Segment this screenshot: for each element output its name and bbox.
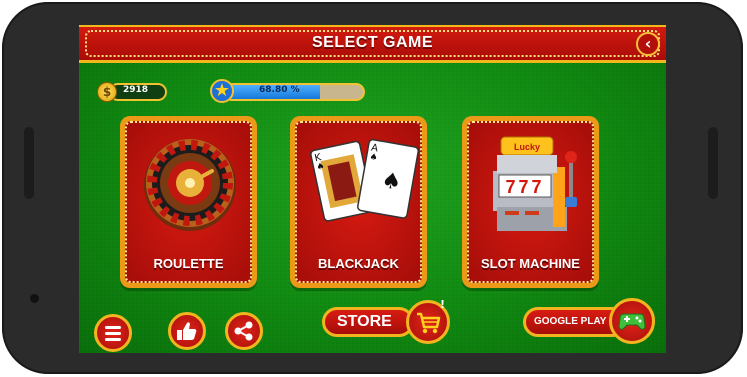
star-icon: ★ — [210, 79, 234, 103]
store-button-label: STORE — [337, 313, 392, 330]
level-progress-label: 68.80 % — [259, 85, 300, 95]
game-screen: SELECT GAME ‹ $ 2918 ★ 68.80 % ROULETTE — [79, 25, 666, 353]
share-button[interactable] — [225, 312, 263, 350]
google-play-label: GOOGLE PLAY — [534, 316, 607, 327]
card-panel: ROULETTE — [125, 121, 252, 283]
page-title: SELECT GAME — [311, 34, 434, 51]
back-button[interactable]: ‹ — [636, 32, 660, 56]
title-bar: SELECT GAME ‹ — [79, 25, 666, 63]
card-panel: Lucky 777 SLOT MACHINE — [467, 121, 594, 283]
game-card-label: ROULETTE — [153, 256, 224, 271]
like-button[interactable] — [168, 312, 206, 350]
game-card-slot-machine[interactable]: Lucky 777 SLOT MACHINE — [462, 116, 599, 288]
game-card-blackjack[interactable]: K ♠ A ♠ ♠ BLACKJACK — [290, 116, 427, 288]
thumbs-up-icon — [177, 322, 197, 340]
slot-machine-sign: Lucky — [514, 142, 540, 152]
phone-left-side-button — [24, 127, 34, 199]
game-card-roulette[interactable]: ROULETTE — [120, 116, 257, 288]
roulette-wheel-icon — [144, 139, 236, 231]
gamepad-icon — [618, 313, 646, 330]
share-icon — [234, 321, 253, 341]
menu-button[interactable] — [94, 314, 132, 352]
game-card-label: SLOT MACHINE — [481, 256, 580, 271]
coin-balance: 2918 — [123, 85, 149, 95]
slot-machine-icon: Lucky 777 — [493, 136, 577, 231]
game-card-label: BLACKJACK — [318, 256, 399, 271]
camera-dot — [30, 294, 39, 303]
coin-icon: $ — [97, 82, 117, 102]
card-panel: K ♠ A ♠ ♠ BLACKJACK — [295, 121, 422, 283]
store-button[interactable]: STORE — [322, 307, 414, 337]
hamburger-menu-icon — [105, 326, 121, 341]
playing-cards-icon: K ♠ A ♠ ♠ — [310, 138, 419, 222]
back-arrow-icon: ‹ — [644, 34, 652, 53]
phone-right-side-button — [708, 127, 718, 199]
google-play-games-button[interactable] — [609, 298, 655, 344]
store-notification-badge: ! — [440, 298, 446, 311]
slot-machine-reels: 777 — [505, 177, 544, 197]
svg-text:♠: ♠ — [369, 152, 379, 163]
